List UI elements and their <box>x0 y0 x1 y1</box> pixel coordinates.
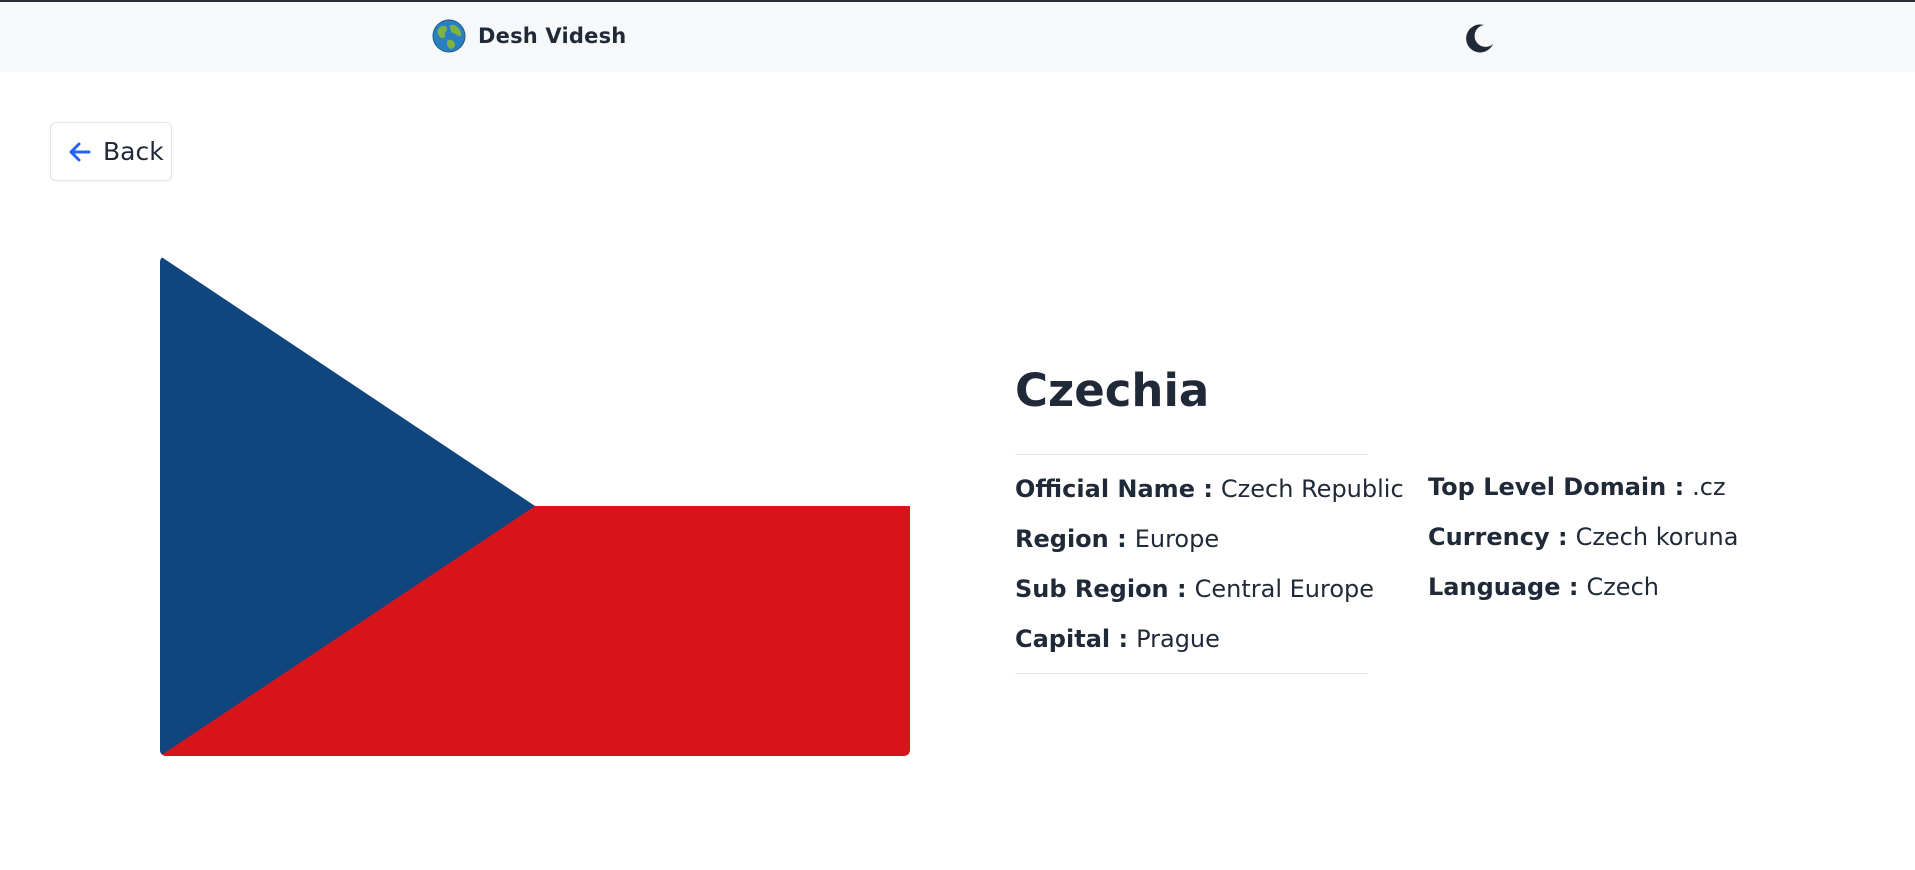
detail-sub-region: Sub Region : Central Europe <box>1015 564 1374 614</box>
detail-language: Language : Czech <box>1428 562 1848 612</box>
detail-value: Czech Republic <box>1220 475 1404 503</box>
detail-currency: Currency : Czech koruna <box>1428 512 1848 562</box>
detail-key: Language : <box>1428 573 1579 601</box>
detail-value: Europe <box>1134 525 1220 553</box>
detail-key: Official Name : <box>1015 475 1213 503</box>
country-flag <box>160 256 910 756</box>
detail-key: Capital : <box>1015 625 1129 653</box>
arrow-left-icon <box>69 142 91 161</box>
details-left: Official Name : Czech Republic Region : … <box>1015 454 1404 674</box>
detail-official-name: Official Name : Czech Republic <box>1015 464 1404 514</box>
globe-icon <box>432 19 466 53</box>
navbar: Desh Videsh <box>0 2 1915 72</box>
details-right: Top Level Domain : .cz Currency : Czech … <box>1428 454 1848 612</box>
detail-value: Central Europe <box>1194 575 1375 603</box>
brand[interactable]: Desh Videsh <box>432 19 626 53</box>
theme-toggle-button[interactable] <box>1462 20 1498 56</box>
detail-capital: Capital : Prague <box>1015 614 1368 664</box>
detail-key: Region : <box>1015 525 1127 553</box>
detail-value: Czech koruna <box>1575 523 1739 551</box>
brand-name: Desh Videsh <box>478 24 627 48</box>
detail-value: .cz <box>1692 473 1726 501</box>
detail-key: Top Level Domain : <box>1428 473 1685 501</box>
moon-icon <box>1466 24 1493 53</box>
detail-value: Prague <box>1136 625 1220 653</box>
detail-key: Currency : <box>1428 523 1568 551</box>
back-button[interactable]: Back <box>50 122 172 181</box>
detail-region: Region : Europe <box>1015 514 1368 564</box>
detail-top-level-domain: Top Level Domain : .cz <box>1428 462 1848 512</box>
detail-value: Czech <box>1586 573 1659 601</box>
country-name: Czechia <box>1015 364 1210 417</box>
back-label: Back <box>103 137 164 166</box>
detail-key: Sub Region : <box>1015 575 1187 603</box>
